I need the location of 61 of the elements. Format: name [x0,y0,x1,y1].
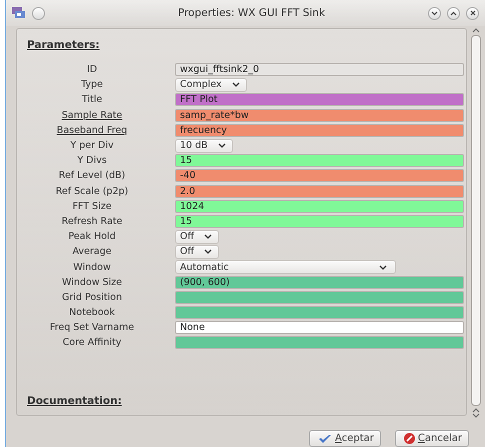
caret-icon [204,234,212,240]
field-label: Window [73,262,111,273]
field-label: Peak Hold [68,231,116,242]
input-field[interactable]: 15 [175,214,464,228]
maximize-button[interactable] [447,6,460,20]
caret-icon [204,249,212,254]
scroll-arrows-icon[interactable] [472,408,480,418]
input-field[interactable] [175,306,464,320]
field-label: Ref Level (dB) [58,170,126,182]
field-label: Ref Scale (p2p) [56,186,128,197]
dropdown[interactable]: 10 dB [175,138,233,153]
input-field[interactable]: 2.0 [175,184,464,198]
input-field[interactable] [175,290,464,304]
field-label: Refresh Rate [62,216,122,227]
field-label: Freq Set Varname [50,322,134,334]
field-label: FFT Size [72,200,112,212]
dropdown[interactable]: Off [175,244,220,259]
input-field[interactable]: 15 [175,154,464,168]
section-heading: Documentation: [27,395,123,407]
field-label: Type [81,79,103,90]
field-label: Y Divs [77,155,107,166]
scrollbar[interactable] [469,28,483,418]
checkmark-icon [318,434,332,444]
field-label: Grid Position [62,292,122,303]
caret-icon [232,82,240,88]
field-label: Average [72,246,112,258]
field-label: Sample Rate [62,110,122,121]
cancel-icon [404,433,415,444]
dropdown[interactable]: Off [175,230,220,244]
dropdown[interactable]: Complex [175,78,247,92]
chevron-down-icon [431,10,438,16]
cancel-button[interactable]: Cancelar [394,430,469,447]
field-label: Notebook [69,307,115,318]
app-icon [12,7,26,19]
field-label: Baseband Freq [56,124,128,136]
input-field[interactable]: -40 [175,169,464,182]
field-label: Window Size [62,276,122,288]
field-label: Title [82,94,102,106]
field-label: Y per Div [70,140,114,152]
scroll-up-icon[interactable] [472,28,480,33]
minimize-button[interactable] [428,6,441,20]
input-field[interactable]: samp_rate*bw [175,108,464,122]
input-field[interactable]: frecuency [175,124,464,137]
section-heading: Parameters: [27,39,101,51]
close-icon [470,10,476,16]
field-label: ID [86,64,98,76]
input-field[interactable]: 1024 [175,200,464,213]
dropdown[interactable]: Automatic [175,260,396,274]
input-field[interactable]: (900, 600) [175,276,464,289]
window-menu-button[interactable] [32,6,45,20]
input-field[interactable]: None [175,321,464,334]
accept-button[interactable]: Aceptar [309,430,381,447]
caret-icon [378,264,387,270]
input-field[interactable]: FFT Plot [175,93,464,106]
field-label: Core Affinity [62,337,122,348]
caret-icon [218,143,226,148]
input-field[interactable]: wxgui_fftsink2_0 [175,63,464,76]
close-button[interactable] [466,6,479,20]
input-field[interactable] [175,336,464,350]
chevron-up-icon [450,10,457,16]
window-title: Properties: WX GUI FFT Sink [176,7,326,19]
